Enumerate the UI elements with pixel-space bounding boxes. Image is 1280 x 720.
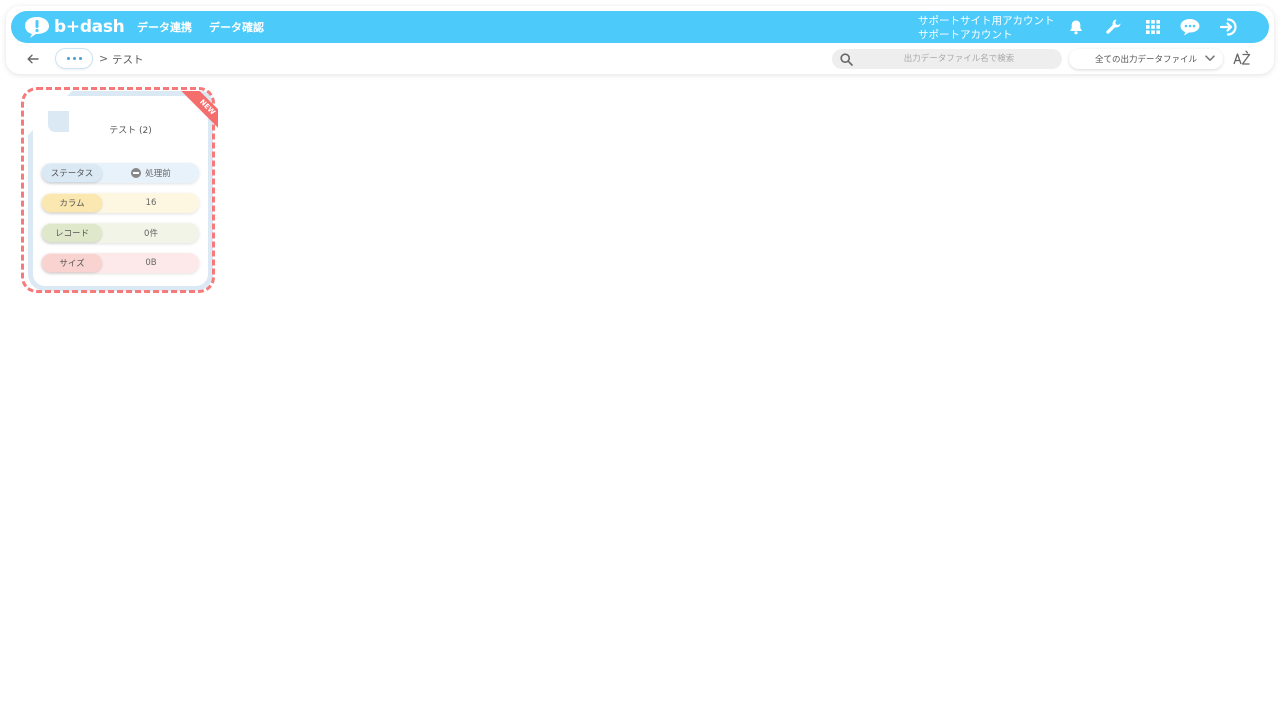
wrench-icon[interactable] (1103, 16, 1125, 38)
top-navigation-bar: b+dash データ連携 データ確認 サポートサイト用アカウント サポートアカウ… (11, 11, 1269, 43)
status-row: ステータス 処理前 (41, 163, 199, 183)
status-value: 処理前 (103, 163, 199, 183)
status-value-text: 処理前 (145, 169, 171, 179)
status-label: ステータス (42, 164, 102, 182)
record-row: レコード 0件 (41, 223, 199, 243)
record-value: 0件 (144, 229, 158, 239)
breadcrumb-more-button[interactable] (56, 49, 92, 68)
nav-label: データ確認 (209, 21, 264, 34)
logout-icon[interactable] (1218, 16, 1240, 38)
breadcrumb-current: テスト (112, 54, 144, 66)
logo[interactable]: b+dash (23, 14, 125, 40)
breadcrumb-separator: > (99, 52, 109, 65)
chat-bubble-icon[interactable] (1179, 16, 1201, 38)
dot-icon (66, 57, 70, 60)
column-value: 16 (145, 198, 157, 208)
nav-item-data-check[interactable]: データ確認 (209, 11, 264, 43)
size-label: サイズ (42, 254, 102, 272)
minus-circle-icon (131, 168, 142, 178)
filter-selected-value: 全ての出力データファイル (1094, 55, 1197, 65)
logo-bubble-icon (25, 17, 49, 38)
account-name[interactable]: サポートサイト用アカウント サポートアカウント (918, 14, 1055, 42)
column-row: カラム 16 (41, 193, 199, 213)
file-card-title: テスト (2) (109, 126, 152, 136)
size-value: 0B (145, 258, 157, 268)
toolbar: > テスト 全ての出力データファイル (6, 44, 1274, 74)
nav-label: データ連携 (137, 21, 192, 34)
search-input[interactable] (832, 49, 1062, 69)
search-icon (840, 53, 853, 66)
grid-icon[interactable] (1142, 16, 1164, 38)
logo-text: b+dash (54, 17, 125, 37)
sort-az-icon (1233, 50, 1251, 65)
bell-icon[interactable] (1065, 16, 1087, 38)
dot-icon (78, 57, 82, 60)
account-line-2: サポートアカウント (918, 29, 1013, 41)
back-arrow-icon[interactable] (24, 50, 42, 68)
filter-select[interactable]: 全ての出力データファイル (1069, 49, 1223, 69)
sort-az-button[interactable] (1233, 50, 1251, 68)
size-row: サイズ 0B (41, 253, 199, 273)
account-line-1: サポートサイト用アカウント (918, 15, 1055, 27)
record-label: レコード (42, 224, 102, 242)
dot-icon (72, 57, 76, 60)
nav-item-data-link[interactable]: データ連携 (137, 11, 192, 43)
chevron-down-icon (1205, 55, 1215, 61)
column-label: カラム (42, 194, 102, 212)
